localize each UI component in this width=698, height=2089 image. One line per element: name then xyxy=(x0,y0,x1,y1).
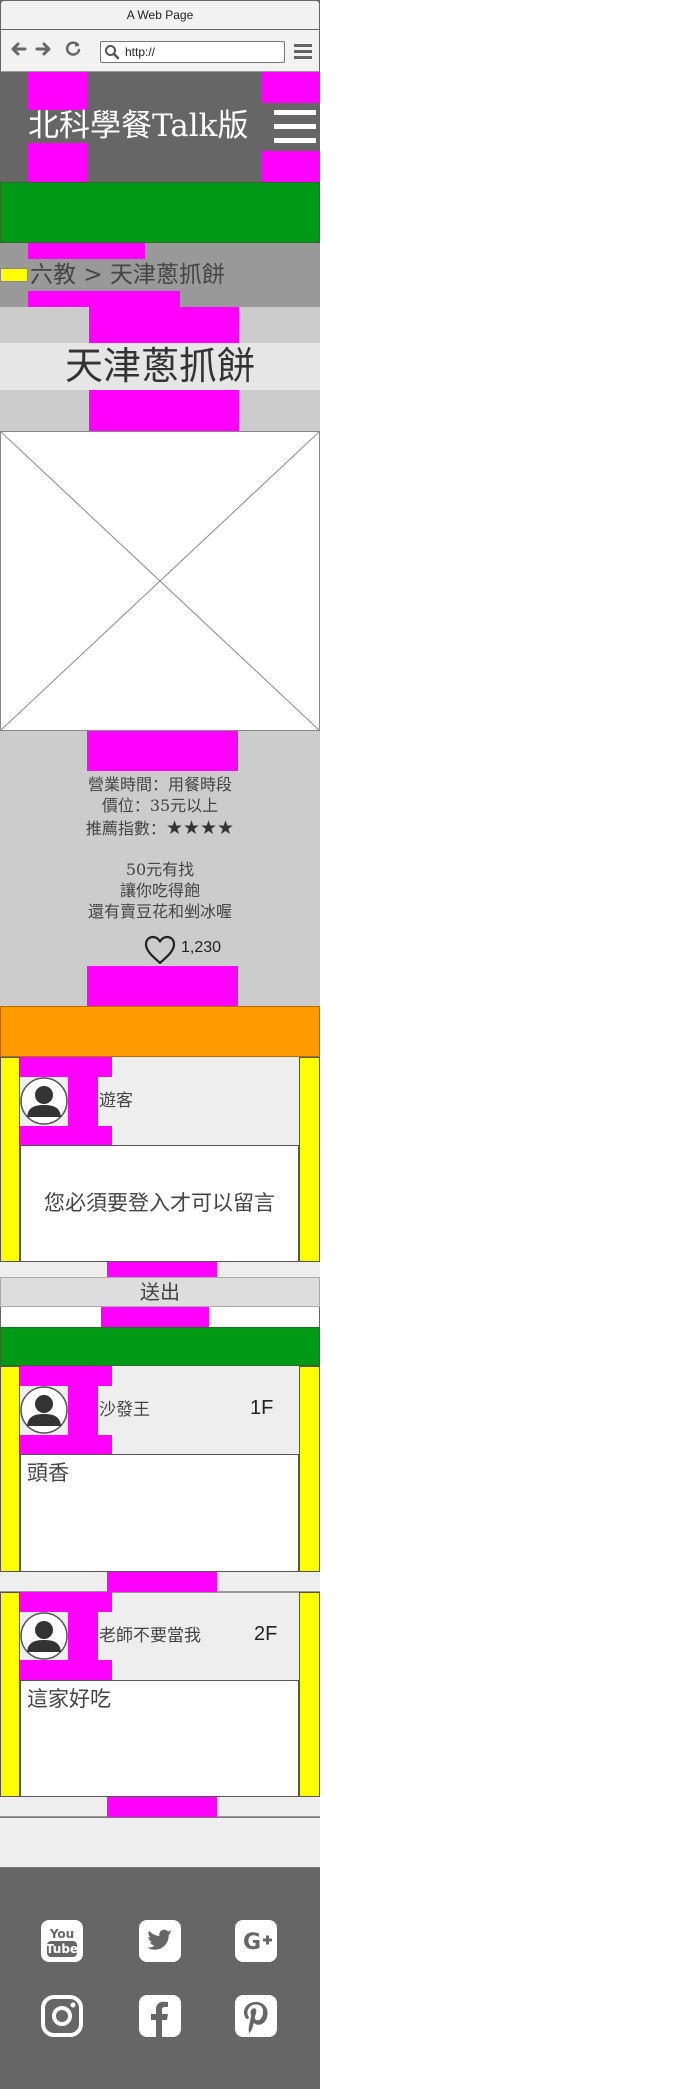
back-arrow-icon[interactable] xyxy=(9,39,29,59)
google-plus-icon[interactable]: G xyxy=(234,1919,278,1963)
placeholder-block xyxy=(107,1262,217,1277)
placeholder-side xyxy=(0,1592,20,1797)
breadcrumb: 六教 > 天津蔥抓餅 xyxy=(30,259,320,291)
placeholder-side xyxy=(299,1592,320,1797)
comment-form-username: 遊客 xyxy=(99,1091,133,1111)
food-image-placeholder xyxy=(0,431,320,731)
comment-text: 頭香 xyxy=(20,1454,299,1572)
price-range: 價位：35元以上 xyxy=(101,796,219,815)
placeholder-banner xyxy=(0,1006,320,1057)
browser-title-bar: A Web Page xyxy=(0,0,320,30)
placeholder-block xyxy=(101,1307,209,1327)
comment-username: 老師不要當我 xyxy=(99,1626,201,1646)
placeholder-banner xyxy=(0,182,320,243)
placeholder-block xyxy=(28,291,180,307)
site-title[interactable]: 北科學餐Talk版 xyxy=(28,104,268,148)
instagram-icon[interactable] xyxy=(40,1994,84,2038)
placeholder-block xyxy=(107,1797,217,1817)
placeholder-side xyxy=(299,1057,320,1262)
browser-toolbar: http:// xyxy=(0,30,320,72)
placeholder-block xyxy=(89,390,239,431)
submit-button[interactable]: 送出 xyxy=(0,1277,320,1307)
placeholder-block xyxy=(87,966,238,1006)
placeholder-block xyxy=(20,1435,112,1454)
svg-text:G: G xyxy=(243,1930,261,1955)
avatar-icon xyxy=(20,1077,68,1125)
placeholder-side xyxy=(299,1366,320,1572)
hamburger-menu-icon[interactable] xyxy=(294,42,312,60)
placeholder-block xyxy=(261,151,320,182)
placeholder-block xyxy=(68,1077,98,1126)
address-bar[interactable]: http:// xyxy=(100,41,285,63)
placeholder-block xyxy=(87,731,238,771)
facebook-icon[interactable] xyxy=(138,1994,182,2038)
twitter-icon[interactable] xyxy=(138,1919,182,1963)
url-text: http:// xyxy=(125,45,156,59)
spacer-band xyxy=(0,1817,320,1868)
svg-text:Tube: Tube xyxy=(46,1942,78,1956)
pinterest-icon[interactable] xyxy=(234,1994,278,2038)
placeholder-block xyxy=(0,268,28,282)
placeholder-block xyxy=(20,1660,112,1680)
placeholder-block xyxy=(20,1366,112,1386)
svg-text:You: You xyxy=(49,1927,74,1941)
breadcrumb-parent-link[interactable]: 六教 xyxy=(30,262,76,288)
placeholder-banner xyxy=(0,1327,320,1366)
placeholder-block xyxy=(28,243,145,259)
placeholder-block xyxy=(68,1612,98,1660)
description-line: 還有賣豆花和剉冰喔 xyxy=(87,902,232,921)
placeholder-block xyxy=(28,143,87,182)
rating: 推薦指數：★★★★ xyxy=(0,816,320,840)
placeholder-block xyxy=(261,72,320,103)
breadcrumb-current: 天津蔥抓餅 xyxy=(109,262,225,288)
reload-icon[interactable] xyxy=(63,39,83,59)
menu-icon[interactable] xyxy=(274,108,316,146)
like-count: 1,230 xyxy=(181,939,222,956)
business-hours: 營業時間：用餐時段 xyxy=(87,775,232,794)
placeholder-block xyxy=(20,1126,112,1145)
placeholder-side xyxy=(0,1366,20,1572)
rating-label: 推薦指數： xyxy=(85,819,166,838)
comment-username: 沙發王 xyxy=(99,1400,150,1420)
comment-floor: 2F xyxy=(254,1623,278,1645)
placeholder-block xyxy=(107,1572,217,1592)
breadcrumb-separator: > xyxy=(83,262,103,288)
description-line: 讓你吃得飽 xyxy=(119,881,200,900)
placeholder-block xyxy=(20,1592,112,1612)
description-line: 50元有找 xyxy=(125,860,195,879)
window-title: A Web Page xyxy=(126,8,194,22)
comment-floor: 1F xyxy=(250,1397,274,1419)
footer xyxy=(0,1868,320,2089)
comment-textarea[interactable]: 您必須要登入才可以留言 xyxy=(20,1145,299,1262)
comment-text: 這家好吃 xyxy=(20,1680,299,1797)
page-title: 天津蔥抓餅 xyxy=(64,344,255,388)
avatar-icon xyxy=(20,1612,68,1660)
forward-arrow-icon[interactable] xyxy=(33,39,53,59)
placeholder-block xyxy=(89,307,239,343)
placeholder-block xyxy=(68,1386,98,1435)
search-icon xyxy=(104,44,120,60)
placeholder-block xyxy=(20,1057,112,1077)
avatar-icon xyxy=(20,1386,68,1434)
rating-stars: ★★★★ xyxy=(165,817,235,839)
youtube-icon[interactable]: You Tube xyxy=(40,1919,84,1963)
heart-icon[interactable] xyxy=(143,934,177,966)
placeholder-side xyxy=(0,1057,20,1262)
